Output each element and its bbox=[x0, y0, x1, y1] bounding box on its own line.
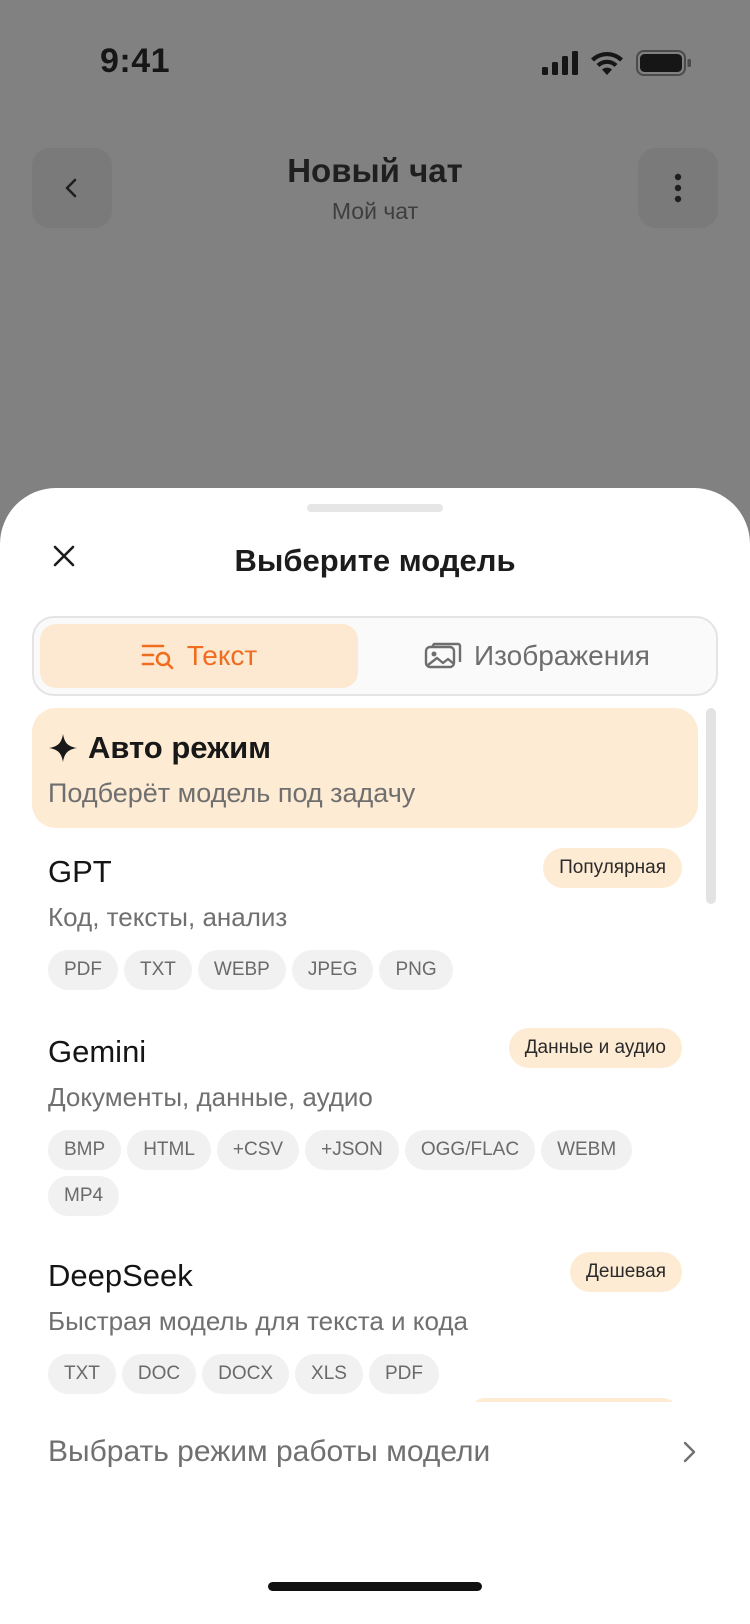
status-bar: 9:41 bbox=[0, 0, 750, 120]
model-item-gpt[interactable]: GPT Популярная Код, тексты, анализ PDF T… bbox=[48, 848, 682, 1004]
auto-mode-title: Авто режим bbox=[88, 730, 272, 765]
model-description: Быстрая модель для текста и кода bbox=[48, 1306, 468, 1336]
format-tag: DOC bbox=[121, 1354, 197, 1394]
next-model-badge-peek bbox=[470, 1398, 678, 1402]
format-tag: PNG bbox=[379, 950, 453, 990]
model-badge: Данные и аудио bbox=[508, 1028, 682, 1068]
more-vertical-icon bbox=[674, 173, 682, 203]
tab-images-label: Изображения bbox=[474, 640, 650, 671]
more-button[interactable] bbox=[638, 148, 718, 228]
model-format-tags: BMP HTML +CSV +JSON OGG/FLAC WEBM MP4 bbox=[48, 1130, 668, 1216]
model-name: DeepSeek bbox=[48, 1258, 193, 1293]
model-name: Gemini bbox=[48, 1034, 147, 1069]
battery-icon bbox=[636, 50, 691, 76]
model-mode-label: Выбрать режим работы модели bbox=[48, 1435, 491, 1468]
model-name: GPT bbox=[48, 854, 112, 889]
status-icons bbox=[542, 50, 692, 76]
model-description: Код, тексты, анализ bbox=[48, 902, 288, 932]
format-tag: PDF bbox=[48, 950, 118, 990]
model-picker-sheet: Выберите модель Текст Изображения Авто р… bbox=[0, 488, 750, 1624]
auto-mode-subtitle: Подберёт модель под задачу bbox=[48, 778, 416, 808]
auto-mode-card[interactable]: Авто режим Подберёт модель под задачу bbox=[32, 708, 698, 828]
status-time: 9:41 bbox=[100, 42, 171, 80]
format-tag: XLS bbox=[295, 1354, 363, 1394]
format-tag: HTML bbox=[127, 1130, 211, 1170]
text-search-icon bbox=[141, 644, 174, 670]
model-description: Документы, данные, аудио bbox=[48, 1082, 373, 1112]
sheet-grabber[interactable] bbox=[307, 504, 443, 512]
format-tag: +CSV bbox=[216, 1130, 300, 1170]
model-format-tags: TXT DOC DOCX XLS PDF bbox=[48, 1354, 668, 1394]
model-list[interactable]: Авто режим Подберёт модель под задачу GP… bbox=[0, 708, 750, 1402]
auto-mode-title-row: Авто режим bbox=[48, 730, 271, 766]
cellular-signal-icon bbox=[542, 51, 578, 75]
wifi-icon bbox=[591, 51, 623, 75]
format-tag: BMP bbox=[48, 1130, 122, 1170]
format-tag: TXT bbox=[48, 1354, 116, 1394]
model-item-gemini[interactable]: Gemini Данные и аудио Документы, данные,… bbox=[48, 1028, 682, 1224]
model-badge: Дешевая bbox=[570, 1252, 682, 1292]
images-icon bbox=[424, 642, 462, 669]
model-mode-row[interactable]: Выбрать режим работы модели bbox=[48, 1424, 698, 1480]
sparkle-icon bbox=[49, 734, 77, 762]
format-tag: JPEG bbox=[291, 950, 374, 990]
format-tag: +JSON bbox=[305, 1130, 399, 1170]
sheet-title: Выберите модель bbox=[234, 543, 516, 578]
format-tag: WEBM bbox=[541, 1130, 633, 1170]
tab-text[interactable]: Текст bbox=[40, 624, 358, 688]
tab-images[interactable]: Изображения bbox=[364, 624, 710, 688]
tab-text-label: Текст bbox=[186, 640, 258, 671]
model-type-switcher: Текст Изображения bbox=[32, 616, 718, 696]
home-indicator bbox=[268, 1582, 482, 1591]
model-format-tags: PDF TXT WEBP JPEG PNG bbox=[48, 950, 668, 990]
format-tag: PDF bbox=[368, 1354, 439, 1394]
format-tag: WEBP bbox=[197, 950, 286, 990]
chevron-right-icon bbox=[683, 1441, 696, 1463]
format-tag: DOCX bbox=[202, 1354, 290, 1394]
format-tag: MP4 bbox=[48, 1176, 120, 1216]
model-badge: Популярная bbox=[543, 848, 682, 888]
format-tag: TXT bbox=[124, 950, 192, 990]
model-item-deepseek[interactable]: DeepSeek Дешевая Быстрая модель для текс… bbox=[48, 1252, 682, 1402]
scrollbar[interactable] bbox=[706, 708, 716, 904]
format-tag: OGG/FLAC bbox=[404, 1130, 536, 1170]
